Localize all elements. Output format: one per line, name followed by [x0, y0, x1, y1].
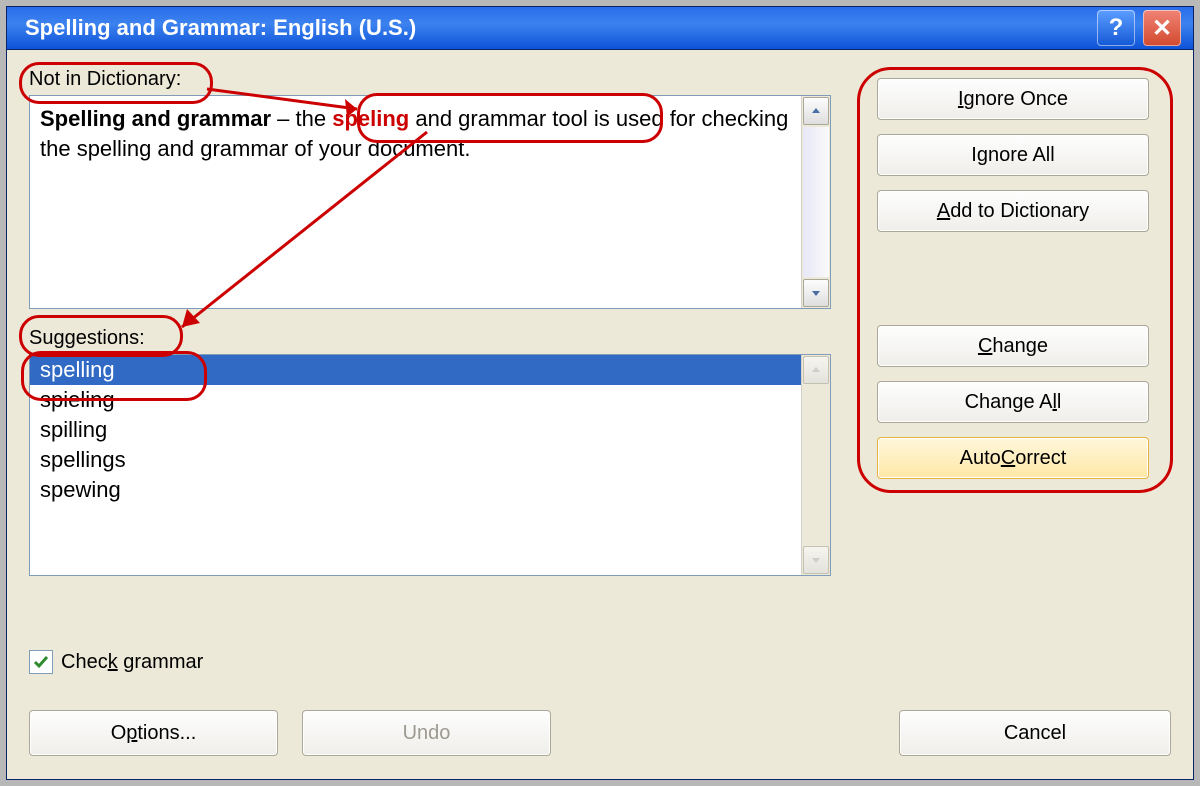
list-item[interactable]: spelling: [30, 355, 801, 385]
spelling-grammar-dialog: Spelling and Grammar: English (U.S.) ? ✕…: [6, 6, 1194, 780]
help-button[interactable]: ?: [1097, 10, 1135, 46]
scroll-down-icon[interactable]: [803, 279, 829, 307]
misspelled-word: speling: [332, 106, 409, 131]
listbox-scrollbar: [801, 355, 830, 575]
close-button[interactable]: ✕: [1143, 10, 1181, 46]
list-item[interactable]: spilling: [30, 415, 801, 445]
close-icon: ✕: [1152, 14, 1172, 43]
ignore-once-button[interactable]: Ignore Once: [877, 78, 1149, 120]
help-icon: ?: [1109, 14, 1124, 42]
suggestions-listbox[interactable]: spelling spieling spilling spellings spe…: [29, 354, 831, 576]
window-title: Spelling and Grammar: English (U.S.): [25, 15, 416, 41]
undo-button: Undo: [302, 710, 551, 756]
scroll-up-icon[interactable]: [803, 97, 829, 125]
cancel-label: Cancel: [1004, 722, 1066, 745]
undo-label: Undo: [403, 722, 451, 745]
change-all-button[interactable]: Change All: [877, 381, 1149, 423]
list-item[interactable]: spieling: [30, 385, 801, 415]
ignore-all-button[interactable]: Ignore All: [877, 134, 1149, 176]
autocorrect-button[interactable]: AutoCorrect: [877, 437, 1149, 479]
scroll-up-icon: [803, 356, 829, 384]
textbox-scrollbar[interactable]: [801, 96, 830, 308]
change-button[interactable]: Change: [877, 325, 1149, 367]
cancel-button[interactable]: Cancel: [899, 710, 1171, 756]
context-pre: – the: [271, 106, 332, 131]
scroll-down-icon: [803, 546, 829, 574]
title-bar[interactable]: Spelling and Grammar: English (U.S.) ? ✕: [7, 7, 1193, 50]
list-item[interactable]: spellings: [30, 445, 801, 475]
list-item[interactable]: spewing: [30, 475, 801, 505]
btn-label: gnore Once: [964, 88, 1069, 110]
check-grammar-checkbox[interactable]: [29, 650, 53, 674]
context-textbox[interactable]: Spelling and grammar – the speling and g…: [29, 95, 831, 309]
context-bold: Spelling and grammar: [40, 106, 271, 131]
options-button[interactable]: Options...: [29, 710, 278, 756]
add-to-dictionary-button[interactable]: Add to Dictionary: [877, 190, 1149, 232]
